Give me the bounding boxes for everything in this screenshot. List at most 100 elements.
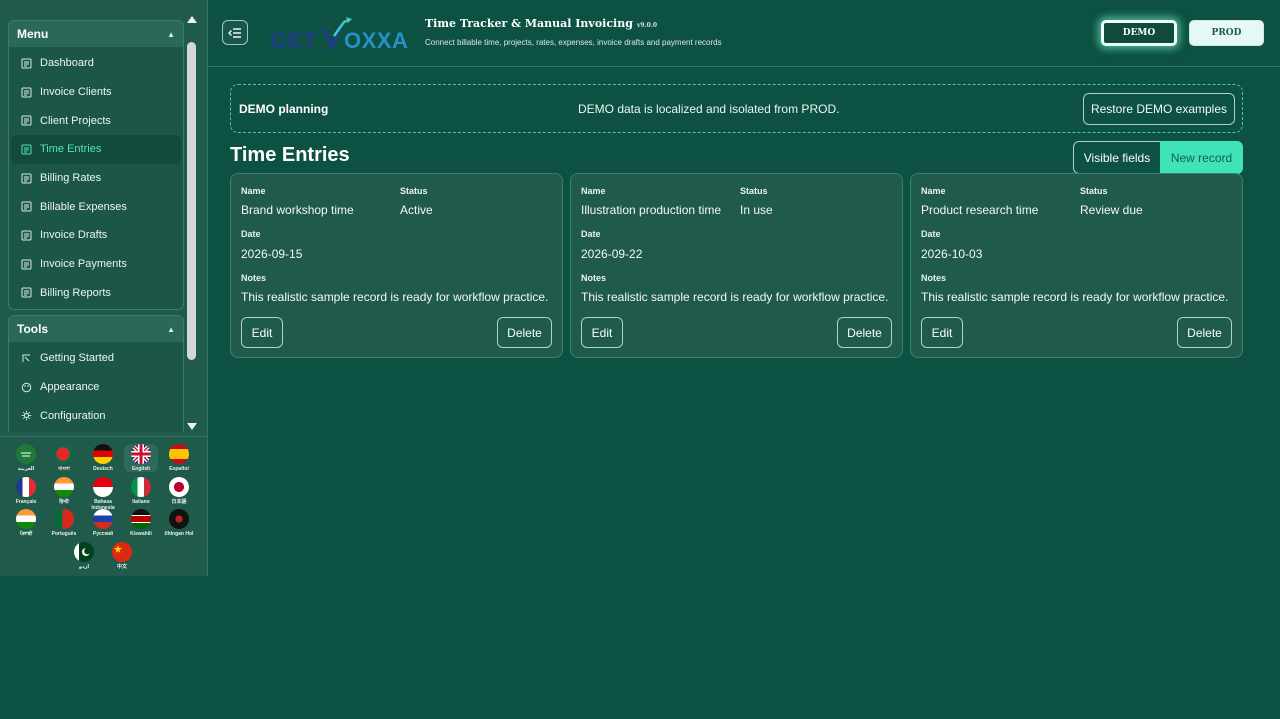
sidebar-item-invoice-payments[interactable]: Invoice Payments [11, 250, 181, 279]
delete-button[interactable]: Delete [497, 317, 552, 348]
language-label: اردو [78, 564, 90, 570]
getvoxxa-logo: GET OXXA [268, 14, 412, 54]
document-icon [21, 87, 32, 98]
language-option[interactable]: tlhIngan Hol [162, 509, 196, 537]
language-label: Kiswahili [130, 531, 152, 537]
visible-fields-button[interactable]: Visible fields [1073, 141, 1161, 174]
banner-message: DEMO data is localized and isolated from… [578, 102, 840, 116]
new-record-button[interactable]: New record [1160, 141, 1243, 174]
italy-flag-icon [131, 477, 151, 497]
language-option[interactable]: Bahasa Indonesia [86, 477, 120, 511]
delete-button[interactable]: Delete [1177, 317, 1232, 348]
edit-button[interactable]: Edit [241, 317, 283, 348]
tools-title: Tools [17, 322, 49, 336]
russia-flag-icon [93, 509, 113, 529]
notes-value: This realistic sample record is ready fo… [581, 290, 889, 304]
language-option[interactable]: Español [162, 444, 196, 472]
language-label: 中文 [116, 564, 127, 570]
klingon-flag-icon [169, 509, 189, 529]
prod-env-button[interactable]: PROD [1189, 20, 1264, 46]
language-label: Português [51, 531, 77, 537]
status-label: Status [400, 186, 428, 196]
sidebar-item-time-entries[interactable]: Time Entries [11, 135, 181, 164]
sidebar-item-label: Billing Reports [40, 286, 111, 299]
language-option[interactable]: اردو [67, 542, 101, 570]
sidebar-scrollbar[interactable] [185, 14, 199, 432]
sidebar-item-appearance[interactable]: Appearance [11, 373, 181, 402]
sidebar-item-client-projects[interactable]: Client Projects [11, 106, 181, 135]
tools-panel-header[interactable]: Tools ▲ [9, 316, 183, 342]
sidebar-item-invoice-drafts[interactable]: Invoice Drafts [11, 221, 181, 250]
sidebar-item-invoice-clients[interactable]: Invoice Clients [11, 78, 181, 107]
portugal-flag-icon [54, 509, 74, 529]
document-icon [21, 259, 32, 270]
sidebar-item-dashboard[interactable]: Dashboard [11, 49, 181, 78]
sidebar-item-configuration[interactable]: Configuration [11, 401, 181, 430]
sidebar-toggle-button[interactable] [222, 20, 248, 45]
kenya-flag-icon [131, 509, 151, 529]
status-label: Status [1080, 186, 1108, 196]
collapse-caret-icon[interactable]: ▲ [167, 30, 175, 39]
language-option[interactable]: English [124, 444, 158, 472]
indonesia-flag-icon [93, 477, 113, 497]
collapse-menu-icon [228, 27, 241, 38]
notes-label: Notes [581, 273, 607, 283]
sidebar-scroll-area: Menu ▲ Dashboard Invoice Clients Client Pr… [0, 0, 200, 432]
start-icon [21, 353, 32, 364]
scroll-up-icon[interactable] [187, 16, 197, 23]
sidebar-item-billable-expenses[interactable]: Billable Expenses [11, 192, 181, 221]
language-option[interactable]: 中文 [105, 542, 139, 570]
language-option[interactable]: 日本語 [162, 477, 196, 505]
sidebar-item-billing-reports[interactable]: Billing Reports [11, 279, 181, 308]
language-option[interactable]: Italiano [124, 477, 158, 505]
language-option[interactable]: Français [9, 477, 43, 505]
menu-panel: Menu ▲ Dashboard Invoice Clients Client Pr… [8, 20, 184, 310]
document-icon [21, 201, 32, 212]
name-value: Brand workshop time [241, 203, 354, 217]
sidebar-item-billing-rates[interactable]: Billing Rates [11, 164, 181, 193]
language-option[interactable]: हिन्दी [47, 477, 81, 505]
date-label: Date [581, 229, 601, 239]
document-icon [21, 58, 32, 69]
time-entry-card: Name Illustration production time Status In… [570, 173, 903, 358]
language-option[interactable]: Русский [86, 509, 120, 537]
sidebar-item-label: Time Entries [40, 143, 102, 156]
sidebar-item-label: Configuration [40, 409, 106, 422]
restore-demo-button[interactable]: Restore DEMO examples [1083, 93, 1235, 125]
language-option[interactable]: ਪੰਜਾਬੀ [9, 509, 43, 537]
edit-button[interactable]: Edit [581, 317, 623, 348]
delete-button[interactable]: Delete [837, 317, 892, 348]
language-option[interactable]: Português [47, 509, 81, 537]
name-label: Name [241, 186, 266, 196]
france-flag-icon [16, 477, 36, 497]
svg-text:OXXA: OXXA [344, 28, 408, 53]
language-label: Русский [92, 531, 114, 537]
sidebar-item-getting-started[interactable]: Getting Started [11, 344, 181, 373]
document-icon [21, 287, 32, 298]
language-option[interactable]: العربية [9, 444, 43, 472]
menu-title: Menu [17, 27, 49, 41]
japan-flag-icon [169, 477, 189, 497]
name-label: Name [921, 186, 946, 196]
language-label: 日本語 [171, 499, 187, 505]
app-title: Time Tracker & Manual Invoicing v9.0.0 [425, 17, 658, 30]
language-option[interactable]: বাংলা [47, 444, 81, 472]
germany-flag-icon [93, 444, 113, 464]
date-label: Date [921, 229, 941, 239]
scroll-down-icon[interactable] [187, 423, 197, 430]
svg-text:GET: GET [270, 28, 317, 53]
scrollbar-thumb[interactable] [187, 42, 196, 360]
demo-env-button[interactable]: DEMO [1101, 20, 1177, 46]
sidebar-item-label: Getting Started [40, 352, 114, 365]
menu-panel-header[interactable]: Menu ▲ [9, 21, 183, 47]
collapse-caret-icon[interactable]: ▲ [167, 325, 175, 334]
language-option[interactable]: Deutsch [86, 444, 120, 472]
sidebar-item-label: Invoice Payments [40, 258, 127, 271]
edit-button[interactable]: Edit [921, 317, 963, 348]
name-label: Name [581, 186, 606, 196]
united-kingdom-flag-icon [131, 444, 151, 464]
app-subtitle: Connect billable time, projects, rates, … [425, 38, 722, 47]
language-option[interactable]: Kiswahili [124, 509, 158, 537]
name-value: Illustration production time [581, 203, 722, 217]
language-selector: العربية বাংলা Deutsch English Español Françai… [0, 436, 208, 576]
